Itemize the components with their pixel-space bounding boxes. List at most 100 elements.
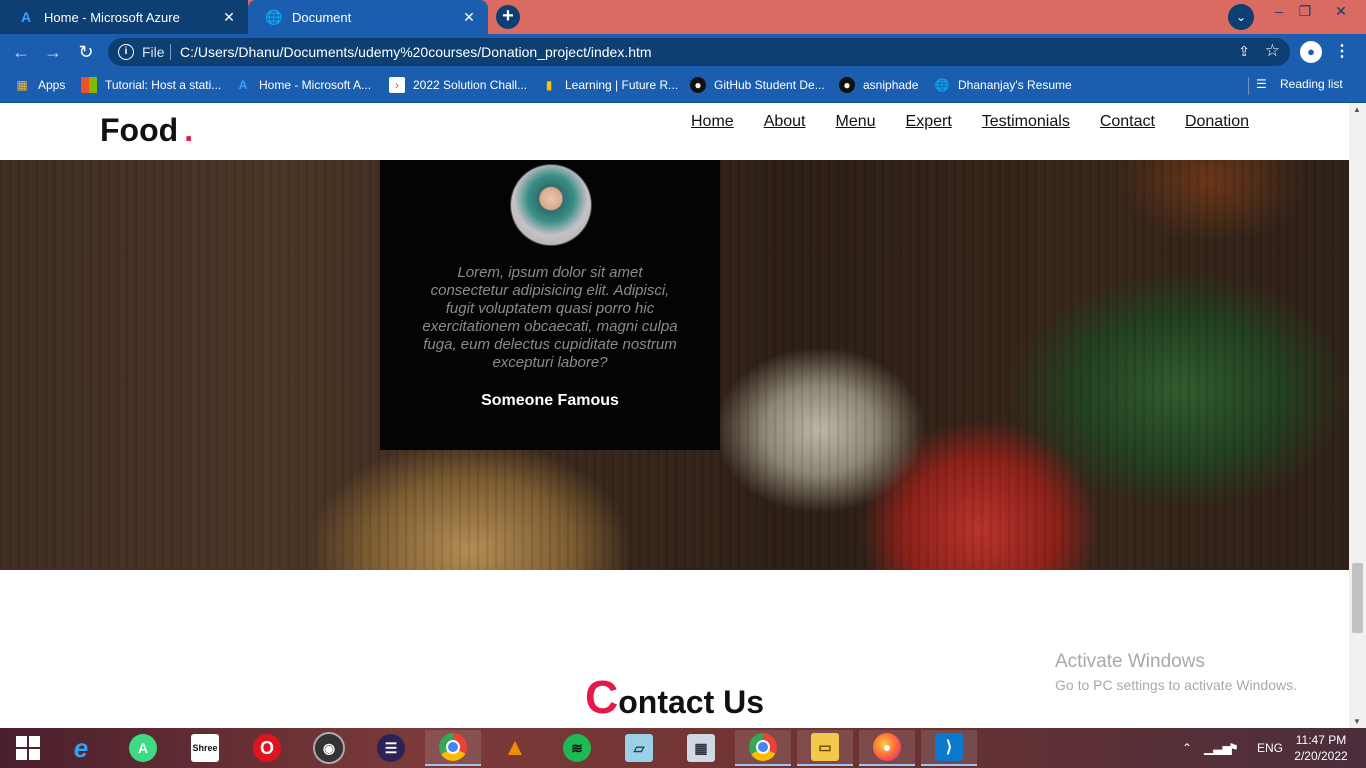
nav-link-expert[interactable]: Expert — [906, 113, 952, 131]
azure-icon: A — [20, 9, 32, 25]
bookmark-learning[interactable]: ▮ Learning | Future R... — [541, 77, 679, 93]
bookmark-label: Apps — [38, 78, 66, 92]
testimonial-card: Lorem, ipsum dolor sit amet consectetur … — [380, 160, 720, 450]
language-indicator[interactable]: ENG — [1257, 728, 1283, 768]
taskbar-opera[interactable]: O — [239, 730, 295, 766]
taskbar-clock[interactable]: 11:47 PM 2/20/2022 — [1290, 732, 1352, 764]
profile-avatar-icon[interactable]: ● — [1300, 41, 1322, 63]
bookmark-tutorial[interactable]: Tutorial: Host a stati... — [81, 77, 221, 93]
gdsc-icon: › — [389, 77, 405, 93]
close-tab-icon[interactable]: ✕ — [220, 9, 238, 26]
avatar — [510, 164, 592, 246]
testimonial-quote: Lorem, ipsum dolor sit amet consectetur … — [422, 264, 678, 371]
bookmark-label: Tutorial: Host a stati... — [105, 78, 222, 92]
reading-list-icon: ☰ — [1256, 77, 1267, 91]
bookmark-label: Learning | Future R... — [565, 78, 679, 92]
activate-subtitle: Go to PC settings to activate Windows. — [1055, 677, 1297, 693]
back-arrow-icon[interactable]: ← — [10, 41, 32, 63]
testimonial-author: Someone Famous — [481, 392, 619, 409]
chrome-icon — [749, 733, 777, 761]
nav-link-contact[interactable]: Contact — [1100, 113, 1155, 131]
tab-home-microsoft-azure[interactable]: A Home - Microsoft Azure ✕ — [0, 0, 248, 34]
bookmark-label: GitHub Student De... — [714, 78, 825, 92]
new-tab-button[interactable]: + — [496, 5, 520, 29]
site-logo[interactable]: Food. — [100, 112, 193, 149]
share-icon[interactable]: ⇪ — [1238, 43, 1250, 60]
nav-link-testimonials[interactable]: Testimonials — [982, 113, 1070, 131]
browser-toolbar: ← → ↻ i File C:/Users/Dhanu/Documents/ud… — [0, 34, 1366, 70]
info-icon[interactable]: i — [118, 44, 134, 60]
divider — [1248, 77, 1249, 95]
scrollbar-thumb[interactable] — [1352, 563, 1363, 633]
tab-document[interactable]: 🌐 Document ✕ — [248, 0, 488, 34]
browser-tab-strip: A Home - Microsoft Azure ✕ 🌐 Document ✕ … — [0, 0, 1366, 34]
bookmark-solution-challenge[interactable]: › 2022 Solution Chall... — [389, 77, 527, 93]
spotify-icon: ≋ — [563, 734, 591, 762]
close-window-icon[interactable]: ✕ — [1316, 0, 1366, 34]
bookmark-github-student[interactable]: ● GitHub Student De... — [690, 77, 825, 93]
chrome-icon — [439, 733, 467, 761]
taskbar-vlc[interactable]: ▲ — [487, 730, 543, 766]
bookmarks-bar: ▦ Apps Tutorial: Host a stati... A Home … — [0, 70, 1366, 103]
scroll-up-arrow-icon[interactable]: ▲ — [1353, 105, 1361, 114]
scroll-down-arrow-icon[interactable]: ▼ — [1353, 717, 1361, 726]
bookmark-label: 2022 Solution Chall... — [413, 78, 528, 92]
taskbar-camera[interactable]: ◉ — [301, 730, 357, 766]
taskbar-vscode[interactable]: ⟩ — [921, 730, 977, 766]
bookmark-azure[interactable]: A Home - Microsoft A... — [235, 77, 371, 93]
taskbar-firefox[interactable]: ● — [859, 730, 915, 766]
eclipse-icon: ☰ — [377, 734, 405, 762]
bookmark-label: Dhananjay's Resume — [958, 78, 1072, 92]
tab-title: Document — [292, 9, 352, 25]
more-menu-icon[interactable]: ⋮ — [1334, 41, 1350, 63]
nav-link-donation[interactable]: Donation — [1185, 113, 1249, 131]
start-button[interactable] — [0, 730, 56, 766]
page-scrollbar[interactable]: ▲ ▼ — [1349, 103, 1366, 728]
reading-list-button[interactable]: ☰ Reading list — [1248, 77, 1343, 95]
calculator-icon: ▦ — [687, 734, 715, 762]
nav-link-about[interactable]: About — [764, 113, 806, 131]
taskbar-chrome-profile[interactable] — [425, 730, 481, 766]
tab-search-chevron-icon[interactable]: ⌄ — [1228, 4, 1254, 30]
nav-link-menu[interactable]: Menu — [836, 113, 876, 131]
notes-icon: ▱ — [625, 734, 653, 762]
taskbar-android-studio[interactable]: A — [115, 730, 171, 766]
bookmark-label: asniphade — [863, 78, 919, 92]
taskbar-chrome[interactable] — [735, 730, 791, 766]
globe-icon: 🌐 — [265, 8, 283, 25]
nav-link-home[interactable]: Home — [691, 113, 734, 131]
bookmark-star-icon[interactable]: ☆ — [1265, 41, 1280, 61]
contact-heading-text: ontact Us — [618, 684, 765, 720]
android-studio-icon: A — [129, 734, 157, 762]
clock-time: 11:47 PM — [1295, 733, 1347, 747]
taskbar-shree[interactable]: Shree — [177, 730, 233, 766]
logo-dot: . — [184, 112, 194, 148]
address-bar[interactable]: i File C:/Users/Dhanu/Documents/udemy%20… — [108, 38, 1290, 66]
url-text[interactable]: C:/Users/Dhanu/Documents/udemy%20courses… — [180, 44, 652, 60]
windows-logo-icon — [16, 736, 40, 760]
taskbar-eclipse[interactable]: ☰ — [363, 730, 419, 766]
bookmark-resume[interactable]: 🌐 Dhananjay's Resume — [934, 77, 1072, 93]
github-icon: ● — [690, 77, 706, 93]
taskbar-internet-explorer[interactable]: e — [53, 730, 109, 766]
site-header: Food. Home About Menu Expert Testimonial… — [0, 103, 1349, 160]
page-viewport: Food. Home About Menu Expert Testimonial… — [0, 103, 1349, 728]
firefox-icon: ● — [873, 733, 901, 761]
show-hidden-icons-chevron-icon[interactable]: ⌃ — [1182, 728, 1192, 768]
reload-icon[interactable]: ↻ — [75, 41, 97, 63]
bookmark-apps[interactable]: ▦ Apps — [14, 77, 65, 93]
bookmark-asniphade[interactable]: ● asniphade — [839, 77, 918, 93]
testimonials-section: Lorem, ipsum dolor sit amet consectetur … — [0, 160, 1349, 570]
close-tab-icon[interactable]: ✕ — [460, 9, 478, 26]
windows-taskbar: e A Shree O ◉ ☰ ▲ ≋ ▱ ▦ ▭ ● ⟩ ⌃ ▁▃▅ ⚑ EN… — [0, 728, 1366, 768]
logo-text: Food — [100, 112, 179, 148]
taskbar-calculator[interactable]: ▦ — [673, 730, 729, 766]
taskbar-notes[interactable]: ▱ — [611, 730, 667, 766]
contact-heading-initial: C — [584, 671, 619, 723]
forward-arrow-icon[interactable]: → — [42, 41, 64, 63]
taskbar-spotify[interactable]: ≋ — [549, 730, 605, 766]
site-nav: Home About Menu Expert Testimonials Cont… — [691, 113, 1249, 131]
action-flag-icon[interactable]: ⚑ — [1228, 728, 1239, 768]
camera-icon: ◉ — [313, 732, 345, 764]
taskbar-file-explorer[interactable]: ▭ — [797, 730, 853, 766]
